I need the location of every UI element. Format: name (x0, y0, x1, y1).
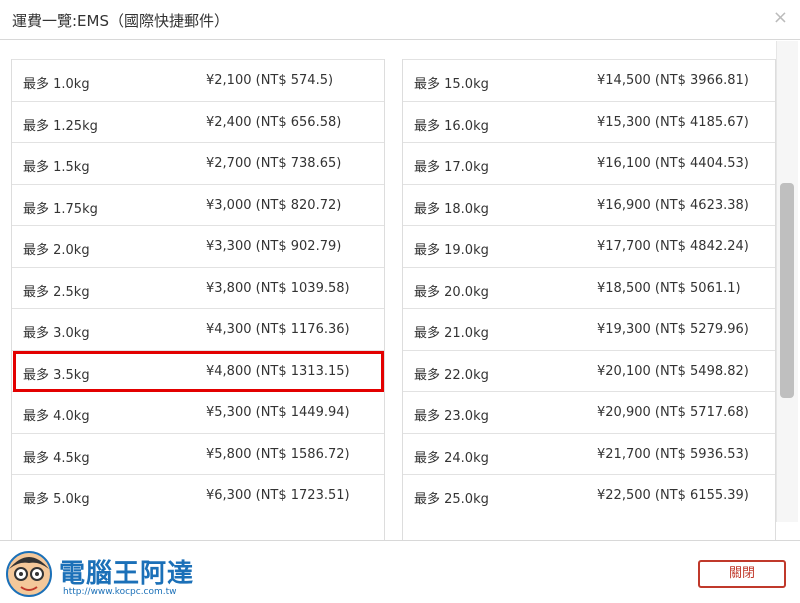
weight-cell: 最多 1.25kg (23, 118, 98, 134)
weight-cell: 最多 23.0kg (414, 409, 489, 424)
watermark-url: http://www.kocpc.com.tw (63, 587, 177, 597)
weight-cell: 最多 5.0kg (23, 492, 90, 507)
dialog-title: 運費一覽:EMS（國際快捷郵件） (12, 12, 229, 30)
weight-cell: 最多 15.0kg (414, 77, 489, 92)
watermark-name: 電腦王阿達 (59, 559, 195, 589)
dialog-header: 運費一覽:EMS（國際快捷郵件） × (0, 0, 800, 40)
price-cell: ¥22,500 (NT$ 6155.39) (597, 488, 749, 503)
price-cell: ¥3,800 (NT$ 1039.58) (206, 280, 350, 296)
rate-table-left: 最多 1.0kg ¥2,100 (NT$ 574.5) 最多 1.25kg ¥2,40… (11, 59, 385, 546)
dialog-footer: 電腦王阿達 http://www.kocpc.com.tw 關閉 (0, 540, 800, 600)
table-row: 最多 1.0kg ¥2,100 (NT$ 574.5) (12, 59, 384, 100)
table-row: 最多 1.5kg ¥2,700 (NT$ 738.65) (12, 142, 384, 183)
price-cell: ¥20,100 (NT$ 5498.82) (597, 363, 749, 379)
price-cell: ¥3,300 (NT$ 902.79) (206, 239, 342, 254)
weight-cell: 最多 21.0kg (414, 326, 489, 341)
price-cell: ¥5,800 (NT$ 1586.72) (206, 446, 350, 462)
price-cell: ¥21,700 (NT$ 5936.53) (597, 446, 749, 462)
price-cell: ¥16,100 (NT$ 4404.53) (597, 156, 749, 171)
weight-cell: 最多 16.0kg (414, 118, 489, 134)
price-cell: ¥2,400 (NT$ 656.58) (206, 114, 342, 130)
watermark-logo: 電腦王阿達 http://www.kocpc.com.tw (3, 547, 203, 599)
table-row: 最多 2.5kg ¥3,800 (NT$ 1039.58) (12, 266, 384, 308)
table-row: 最多 1.75kg ¥3,000 (NT$ 820.72) (12, 183, 384, 225)
weight-cell: 最多 24.0kg (414, 450, 489, 466)
table-row: 最多 15.0kg ¥14,500 (NT$ 3966.81) (403, 59, 775, 100)
table-row: 最多 1.25kg ¥2,400 (NT$ 656.58) (12, 100, 384, 142)
table-row: 最多 25.0kg ¥22,500 (NT$ 6155.39) (403, 474, 775, 515)
price-cell: ¥2,100 (NT$ 574.5) (206, 73, 334, 88)
table-row: 最多 23.0kg ¥20,900 (NT$ 5717.68) (403, 391, 775, 432)
close-icon[interactable]: × (773, 7, 788, 28)
table-row: 最多 21.0kg ¥19,300 (NT$ 5279.96) (403, 308, 775, 349)
table-row: 最多 19.0kg ¥17,700 (NT$ 4842.24) (403, 225, 775, 266)
price-cell: ¥15,300 (NT$ 4185.67) (597, 114, 749, 130)
price-cell: ¥4,800 (NT$ 1313.15) (206, 363, 350, 379)
weight-cell: 最多 1.5kg (23, 160, 90, 175)
table-row: 最多 24.0kg ¥21,700 (NT$ 5936.53) (403, 432, 775, 474)
table-row: 最多 17.0kg ¥16,100 (NT$ 4404.53) (403, 142, 775, 183)
close-button[interactable]: 關閉 (698, 560, 786, 588)
table-row: 最多 4.0kg ¥5,300 (NT$ 1449.94) (12, 391, 384, 432)
scrollbar[interactable] (776, 41, 798, 522)
table-row: 最多 4.5kg ¥5,800 (NT$ 1586.72) (12, 432, 384, 474)
price-cell: ¥6,300 (NT$ 1723.51) (206, 488, 350, 503)
weight-cell: 最多 2.0kg (23, 243, 90, 258)
weight-cell: 最多 19.0kg (414, 243, 489, 258)
weight-cell: 最多 22.0kg (414, 367, 489, 383)
price-cell: ¥4,300 (NT$ 1176.36) (206, 322, 350, 337)
price-cell: ¥17,700 (NT$ 4842.24) (597, 239, 749, 254)
weight-cell: 最多 1.75kg (23, 201, 98, 217)
weight-cell: 最多 1.0kg (23, 77, 90, 92)
weight-cell: 最多 25.0kg (414, 492, 489, 507)
table-row: 最多 18.0kg ¥16,900 (NT$ 4623.38) (403, 183, 775, 225)
scrollbar-thumb[interactable] (780, 183, 794, 398)
table-row: 最多 3.0kg ¥4,300 (NT$ 1176.36) (12, 308, 384, 349)
weight-cell: 最多 18.0kg (414, 201, 489, 217)
weight-cell: 最多 3.5kg (23, 367, 90, 383)
price-cell: ¥18,500 (NT$ 5061.1) (597, 280, 741, 296)
table-row: 最多 16.0kg ¥15,300 (NT$ 4185.67) (403, 100, 775, 142)
price-cell: ¥20,900 (NT$ 5717.68) (597, 405, 749, 420)
price-cell: ¥14,500 (NT$ 3966.81) (597, 73, 749, 88)
price-cell: ¥5,300 (NT$ 1449.94) (206, 405, 350, 420)
price-cell: ¥16,900 (NT$ 4623.38) (597, 197, 749, 213)
price-cell: ¥2,700 (NT$ 738.65) (206, 156, 342, 171)
mascot-icon (6, 551, 52, 597)
weight-cell: 最多 17.0kg (414, 160, 489, 175)
weight-cell: 最多 4.0kg (23, 409, 90, 424)
dialog-body: 最多 1.0kg ¥2,100 (NT$ 574.5) 最多 1.25kg ¥2,40… (0, 41, 800, 546)
table-row: 最多 5.0kg ¥6,300 (NT$ 1723.51) (12, 474, 384, 515)
table-row: 最多 20.0kg ¥18,500 (NT$ 5061.1) (403, 266, 775, 308)
price-cell: ¥3,000 (NT$ 820.72) (206, 197, 342, 213)
weight-cell: 最多 3.0kg (23, 326, 90, 341)
rate-table-right: 最多 15.0kg ¥14,500 (NT$ 3966.81) 最多 16.0kg ¥… (402, 59, 776, 546)
weight-cell: 最多 4.5kg (23, 450, 90, 466)
table-row: 最多 2.0kg ¥3,300 (NT$ 902.79) (12, 225, 384, 266)
weight-cell: 最多 2.5kg (23, 284, 90, 300)
weight-cell: 最多 20.0kg (414, 284, 489, 300)
price-cell: ¥19,300 (NT$ 5279.96) (597, 322, 749, 337)
table-row: 最多 22.0kg ¥20,100 (NT$ 5498.82) (403, 349, 775, 391)
table-row: 最多 3.5kg ¥4,800 (NT$ 1313.15) (12, 349, 384, 391)
